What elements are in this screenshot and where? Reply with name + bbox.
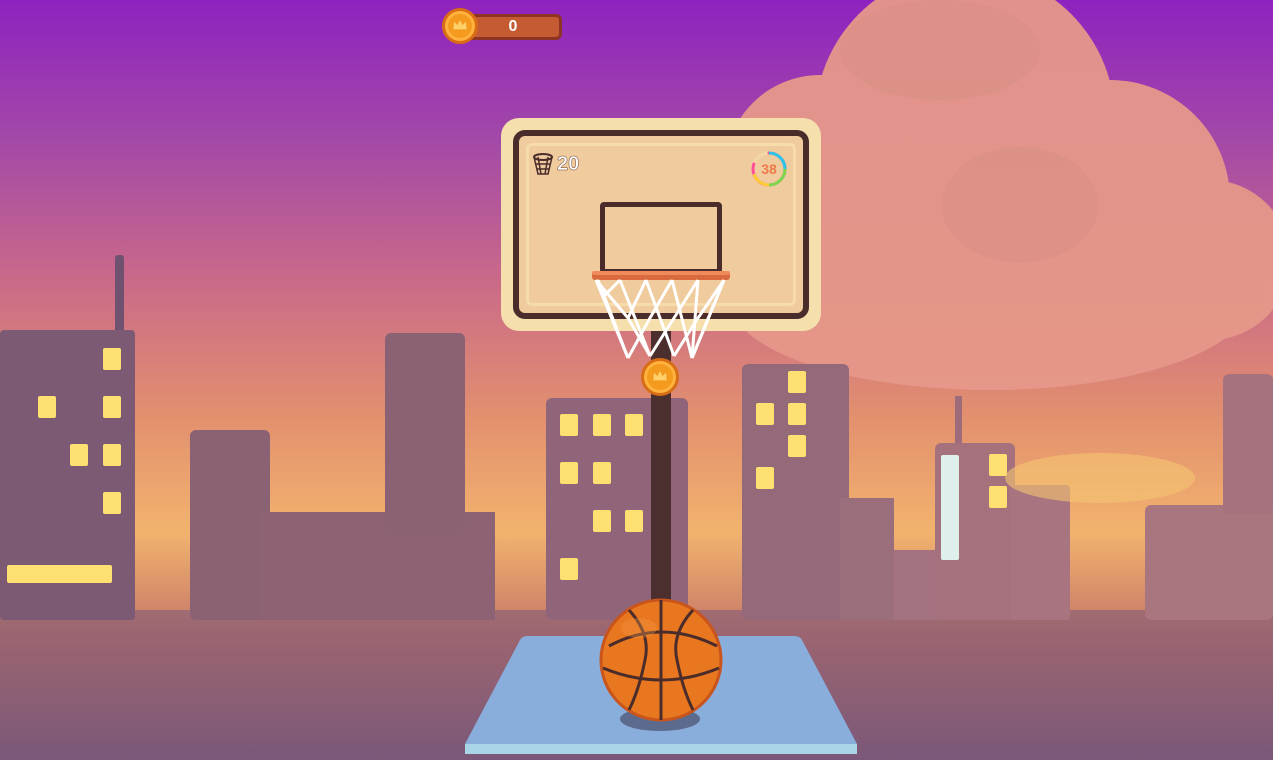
backboard-target-square (600, 202, 722, 274)
coin-count: 0 (508, 18, 518, 35)
coin-counter: 0 (442, 5, 566, 45)
hoop-net (592, 271, 730, 359)
game-scene[interactable]: 0 20 38 (0, 0, 1273, 760)
timer-value: 38 (761, 161, 777, 177)
crown-coin-icon (442, 8, 478, 44)
basketball[interactable] (599, 598, 723, 722)
basket-net-icon (533, 153, 553, 175)
collectible-coin[interactable] (641, 358, 679, 396)
shots-remaining: 20 (557, 153, 580, 176)
